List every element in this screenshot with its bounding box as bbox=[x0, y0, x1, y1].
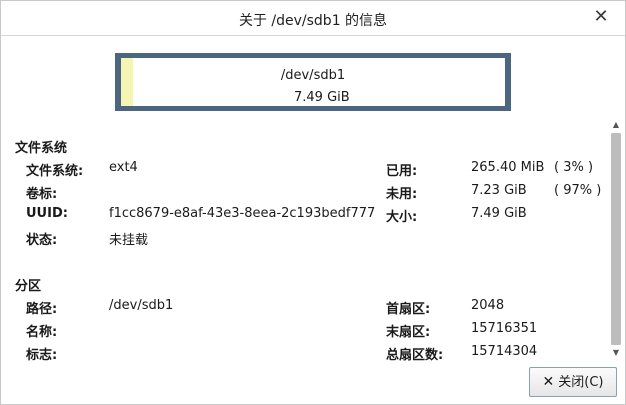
used-percent: ( 3% ) bbox=[554, 160, 594, 175]
uuid-label: UUID: bbox=[26, 206, 68, 221]
status-value: 未挂载 bbox=[109, 233, 149, 248]
path-value: /dev/sdb1 bbox=[109, 298, 174, 313]
window-close-icon[interactable]: ✕ bbox=[591, 7, 611, 27]
last-sector-value: 15716351 bbox=[471, 321, 538, 336]
partition-info-dialog: 关于 /dev/sdb1 的信息 ✕ /dev/sdb1 7.49 GiB 文件… bbox=[0, 0, 626, 405]
total-sectors-value: 15714304 bbox=[471, 344, 538, 359]
vertical-scrollbar[interactable]: ▲ ▼ bbox=[609, 119, 623, 359]
scrollbar-thumb[interactable] bbox=[611, 133, 621, 345]
name-label: 名称: bbox=[26, 325, 58, 340]
status-label: 状态: bbox=[26, 233, 58, 248]
partition-graphic-name: /dev/sdb1 bbox=[280, 68, 346, 83]
title-bar: 关于 /dev/sdb1 的信息 ✕ bbox=[1, 1, 625, 36]
fs-type-value: ext4 bbox=[109, 160, 138, 175]
details-content: 文件系统 文件系统: ext4 卷标: UUID: f1cc8679-e8af-… bbox=[1, 127, 609, 363]
size-label: 大小: bbox=[386, 210, 418, 225]
total-sectors-label: 总扇区数: bbox=[386, 348, 444, 363]
first-sector-label: 首扇区: bbox=[386, 302, 431, 317]
close-icon: ✕ bbox=[542, 374, 555, 390]
close-button-label: 关闭(C) bbox=[558, 375, 604, 390]
window-title: 关于 /dev/sdb1 的信息 bbox=[238, 13, 388, 29]
volume-label-label: 卷标: bbox=[26, 187, 58, 202]
first-sector-value: 2048 bbox=[471, 298, 505, 313]
partition-heading: 分区 bbox=[15, 279, 42, 294]
path-label: 路径: bbox=[26, 302, 58, 317]
partition-graphic: /dev/sdb1 7.49 GiB bbox=[115, 53, 511, 111]
uuid-value: f1cc8679-e8af-43e3-8eea-2c193bedf777 bbox=[109, 206, 376, 221]
used-label: 已用: bbox=[386, 164, 418, 179]
unused-percent: ( 97% ) bbox=[554, 183, 602, 198]
filesystem-heading: 文件系统 bbox=[15, 141, 68, 156]
unused-value: 7.23 GiB bbox=[471, 183, 527, 198]
size-value: 7.49 GiB bbox=[471, 206, 527, 221]
unused-label: 未用: bbox=[386, 187, 418, 202]
used-value: 265.40 MiB bbox=[471, 160, 545, 175]
flags-label: 标志: bbox=[26, 348, 58, 363]
close-button[interactable]: ✕ 关闭(C) bbox=[529, 367, 617, 397]
fs-type-label: 文件系统: bbox=[26, 164, 84, 179]
partition-graphic-size: 7.49 GiB bbox=[294, 90, 350, 105]
partition-graphic-inner: /dev/sdb1 7.49 GiB bbox=[121, 58, 505, 106]
scroll-down-arrow-icon[interactable]: ▼ bbox=[609, 347, 623, 359]
scroll-up-arrow-icon[interactable]: ▲ bbox=[609, 119, 623, 131]
last-sector-label: 末扇区: bbox=[386, 325, 431, 340]
